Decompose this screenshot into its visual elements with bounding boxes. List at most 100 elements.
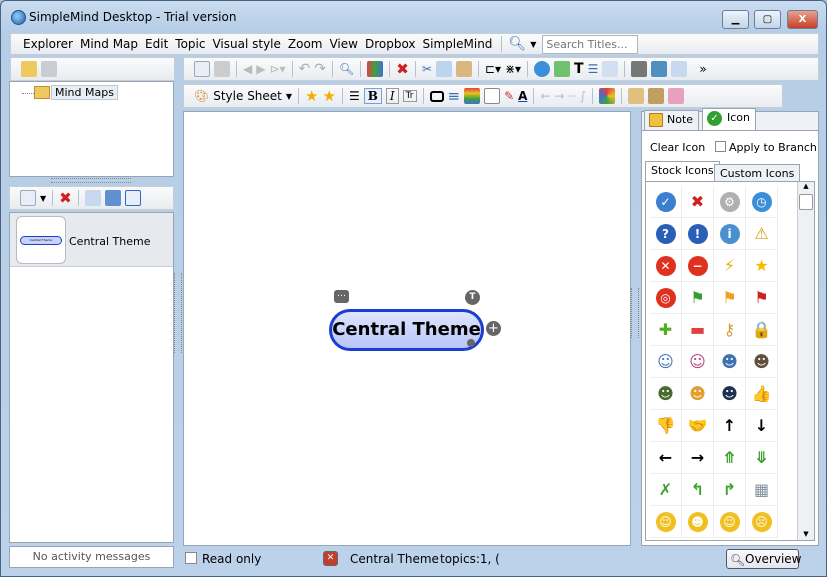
icon-cell-check[interactable]: ✓ (650, 186, 682, 218)
minimize-button[interactable]: ▁ (722, 10, 749, 29)
note-handle-icon[interactable]: … (334, 290, 349, 303)
icon-cell-key[interactable]: ⚷ (714, 314, 746, 346)
tree-item-mind-maps[interactable]: Mind Maps (51, 85, 118, 100)
icon-cell-arrow-left[interactable]: ← (650, 442, 682, 474)
dashed-line-icon[interactable]: ┄ (569, 89, 576, 103)
export-map-icon[interactable] (124, 190, 141, 206)
new-map-icon[interactable] (20, 190, 36, 206)
topic-close-icon[interactable]: ✕ (323, 551, 338, 566)
text-handle-icon[interactable]: T (465, 290, 480, 305)
icon-cell-arrow-right[interactable]: → (682, 442, 714, 474)
icon-cell-smiley[interactable]: ☺ (650, 506, 682, 538)
delete-map-icon[interactable]: ✖ (59, 189, 72, 207)
find-icon[interactable]: 🔍︎ (339, 62, 354, 76)
scrollbar-thumb[interactable] (799, 194, 813, 210)
right-splitter[interactable] (631, 288, 639, 338)
icon-cell-brick-wall[interactable]: ▦ (746, 474, 778, 506)
line-style-icon[interactable]: ≡ (448, 87, 461, 105)
style-sheet-dropdown[interactable]: Style Sheet (213, 89, 282, 103)
icon-cell-flag-red[interactable]: ⚑ (746, 282, 778, 314)
curve-icon[interactable]: ∫ (580, 89, 586, 103)
icon-cell-user-military[interactable]: ☻ (650, 378, 682, 410)
icon-cell-surprised[interactable]: ☹ (746, 506, 778, 538)
icon-cell-info[interactable]: i (714, 218, 746, 250)
icon-cell-user-business[interactable]: ☻ (746, 346, 778, 378)
color-bars-icon[interactable] (464, 88, 481, 104)
icon-cell-arrow-down[interactable]: ↓ (746, 410, 778, 442)
menu-mind-map[interactable]: Mind Map (80, 37, 138, 51)
arrow-left-icon[interactable]: ← (540, 89, 550, 103)
text-icon[interactable]: T (574, 61, 584, 77)
icon-cell-arrow-turn-left[interactable]: ↰ (682, 474, 714, 506)
checklist-icon[interactable] (602, 61, 619, 77)
icon-cell-user-female[interactable]: ☺ (682, 346, 714, 378)
icon-cell-minus-circle[interactable]: − (682, 250, 714, 282)
back-icon[interactable]: ◀ (243, 62, 252, 76)
icon-cell-clock[interactable]: ◷ (746, 186, 778, 218)
image-icon[interactable] (554, 61, 571, 77)
paste-style-icon[interactable] (648, 88, 665, 104)
search-icon[interactable]: 🔍︎ (508, 36, 526, 52)
email-icon[interactable] (671, 61, 688, 77)
checkbox-icon[interactable] (534, 61, 551, 77)
icon-cell-lightning[interactable]: ⚡ (714, 250, 746, 282)
central-topic[interactable]: Central Theme (329, 309, 484, 351)
copy-style-icon[interactable] (628, 88, 645, 104)
icon-cell-arrows-cross[interactable]: ✗ (650, 474, 682, 506)
icon-cell-warning[interactable]: ⚠ (746, 218, 778, 250)
tag-icon[interactable]: ⊳▾ (269, 62, 285, 76)
icon-cell-target[interactable]: ◎ (650, 282, 682, 314)
layout-icon[interactable]: ⊏▾ (485, 62, 501, 76)
list-item[interactable]: Central Theme Central Theme (10, 213, 173, 267)
icon-cell-star[interactable]: ★ (746, 250, 778, 282)
eraser-icon[interactable] (668, 88, 685, 104)
structure-icon[interactable]: ⋇▾ (505, 62, 521, 76)
new-folder-icon[interactable] (21, 61, 37, 77)
add-child-icon[interactable]: + (486, 321, 501, 336)
text-color-icon[interactable]: A (518, 89, 527, 103)
import-icon[interactable] (104, 190, 121, 206)
tab-custom-icons[interactable]: Custom Icons (714, 164, 801, 182)
read-only-checkbox[interactable] (185, 552, 197, 564)
undo-icon[interactable]: ↶ (299, 61, 311, 77)
mind-map-canvas[interactable]: … T Central Theme + (183, 111, 631, 546)
icon-cell-arrows-split[interactable]: ⤋ (746, 442, 778, 474)
icon-cell-arrows-merge[interactable]: ⤊ (714, 442, 746, 474)
splitter-handle[interactable] (51, 178, 131, 183)
icon-cell-flag-orange[interactable]: ⚑ (714, 282, 746, 314)
clear-icon-button[interactable]: Clear Icon (650, 141, 705, 154)
forward-icon[interactable]: ▶ (256, 62, 265, 76)
icon-cell-handshake[interactable]: 🤝 (682, 410, 714, 442)
add-topic-icon[interactable] (367, 61, 384, 77)
menu-topic[interactable]: Topic (175, 37, 205, 51)
tab-icon[interactable]: ✓ Icon (702, 108, 756, 130)
icon-cell-cross[interactable]: ✖ (682, 186, 714, 218)
menu-view[interactable]: View (329, 37, 357, 51)
star-add-icon[interactable]: ★ (323, 87, 336, 105)
icon-cell-user-male[interactable]: ☺ (650, 346, 682, 378)
scrollbar[interactable]: ▲ ▼ (797, 182, 814, 540)
save-icon[interactable] (214, 61, 230, 77)
icon-cell-error[interactable]: ✕ (650, 250, 682, 282)
icon-cell-arrow-turn-right[interactable]: ↱ (714, 474, 746, 506)
print-icon[interactable] (631, 61, 648, 77)
icon-cell-thumbs-down[interactable]: 👎 (650, 410, 682, 442)
chevron-down-icon[interactable]: ▼ (40, 194, 46, 203)
email-map-icon[interactable] (84, 190, 101, 206)
icon-cell-smile-wink[interactable]: ☺ (714, 506, 746, 538)
new-icon[interactable] (194, 61, 210, 77)
numbering-icon[interactable]: ☰ (588, 62, 599, 76)
icon-cell-flag-green[interactable]: ⚑ (682, 282, 714, 314)
menu-dropbox[interactable]: Dropbox (365, 37, 416, 51)
menu-simplemind[interactable]: SimpleMind (423, 37, 493, 51)
icon-cell-thumbs-up[interactable]: 👍 (746, 378, 778, 410)
tab-note[interactable]: Note (644, 110, 700, 130)
apply-to-branch-checkbox[interactable] (715, 141, 726, 152)
search-dropdown-icon[interactable]: ▼ (530, 40, 536, 49)
close-button[interactable]: X (787, 10, 818, 29)
font-size-icon[interactable]: Tr (402, 90, 417, 102)
icon-cell-user-worker[interactable]: ☻ (682, 378, 714, 410)
overview-button[interactable]: 🔍︎ Overview (726, 549, 802, 569)
resize-handle-icon[interactable] (467, 339, 475, 347)
export-icon[interactable] (651, 61, 668, 77)
